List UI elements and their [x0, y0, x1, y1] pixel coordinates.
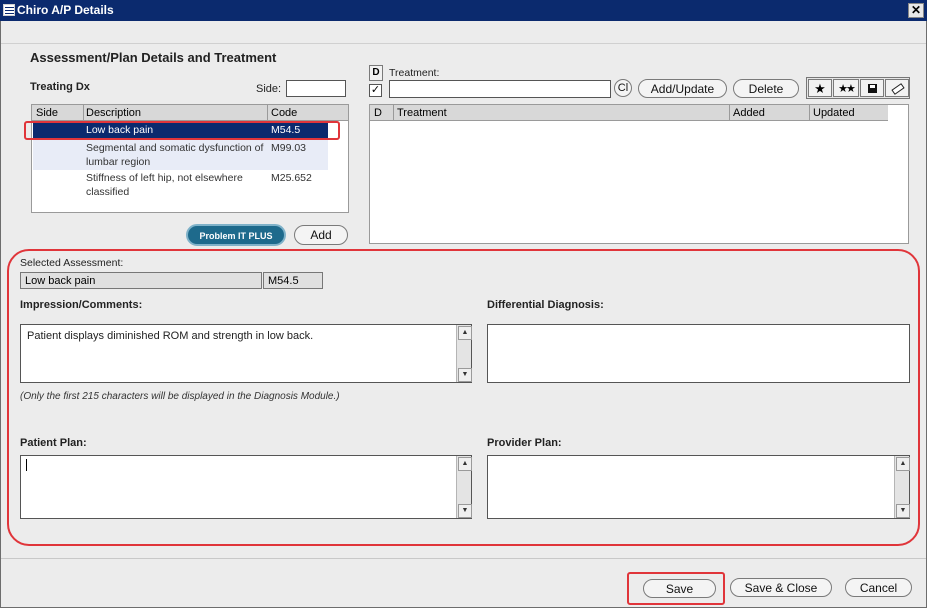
add-dx-button[interactable]: Add [294, 225, 348, 245]
scroll-up-icon[interactable]: ▲ [458, 326, 472, 340]
text-cursor [26, 459, 27, 471]
impression-text: Patient displays diminished ROM and stre… [27, 330, 314, 342]
double-star-icon[interactable]: ★★ [833, 79, 859, 97]
d-button[interactable]: D [369, 65, 383, 81]
divider [1, 43, 926, 44]
close-icon[interactable]: ✕ [908, 3, 924, 18]
treating-dx-label: Treating Dx [30, 81, 90, 93]
impression-label: Impression/Comments: [20, 299, 143, 311]
side-label: Side: [256, 83, 282, 95]
row-highlight-annotation [24, 121, 340, 140]
treatment-col-d[interactable]: D [374, 107, 382, 119]
selected-assessment-description: Low back pain [20, 272, 262, 289]
scroll-down-icon[interactable]: ▼ [458, 368, 472, 382]
selected-assessment-code: M54.5 [263, 272, 323, 289]
patient-plan-textarea[interactable]: ▲ ▼ [20, 455, 472, 519]
treatment-col-updated[interactable]: Updated [813, 107, 855, 119]
eraser-icon[interactable] [885, 79, 909, 97]
provider-plan-label: Provider Plan: [487, 437, 562, 449]
dx-col-side[interactable]: Side [36, 107, 58, 119]
problem-it-plus-button[interactable]: Problem IT PLUS [186, 224, 286, 246]
save-button[interactable]: Save [643, 579, 716, 598]
treatment-toolbar: ★ ★★ [806, 77, 910, 99]
dx-code: M99.03 [271, 142, 307, 154]
title-bar[interactable]: Chiro A/P Details ✕ [0, 0, 927, 21]
cancel-button[interactable]: Cancel [845, 578, 912, 597]
delete-button[interactable]: Delete [733, 79, 799, 98]
differential-label: Differential Diagnosis: [487, 299, 604, 311]
patient-plan-label: Patient Plan: [20, 437, 87, 449]
treatment-col-treatment[interactable]: Treatment [397, 107, 447, 119]
impression-note: (Only the first 215 characters will be d… [20, 391, 340, 402]
dx-code: M25.652 [271, 172, 312, 184]
treatment-table-header: D Treatment Added Updated [370, 105, 888, 121]
dx-description: Segmental and somatic dysfunction of lum… [86, 142, 264, 168]
save-close-button[interactable]: Save & Close [730, 578, 832, 597]
section-title: Assessment/Plan Details and Treatment [30, 50, 277, 65]
table-row[interactable]: Segmental and somatic dysfunction of lum… [33, 140, 328, 170]
scroll-down-icon[interactable]: ▼ [896, 504, 910, 518]
window-icon [3, 4, 15, 16]
side-input[interactable] [286, 80, 346, 97]
treatment-checkbox[interactable]: ✓ [369, 84, 382, 97]
save-icon[interactable] [860, 79, 884, 97]
provider-plan-textarea[interactable]: ▲ ▼ [487, 455, 910, 519]
patient-plan-scrollbar[interactable]: ▲ ▼ [456, 456, 472, 518]
treatment-table: D Treatment Added Updated [369, 104, 909, 244]
treatment-col-added[interactable]: Added [733, 107, 765, 119]
differential-textarea[interactable] [487, 324, 910, 383]
treatment-input[interactable] [389, 80, 611, 98]
selected-assessment-label: Selected Assessment: [20, 257, 124, 269]
impression-scrollbar[interactable]: ▲ ▼ [456, 325, 472, 382]
scroll-down-icon[interactable]: ▼ [458, 504, 472, 518]
footer-divider [1, 558, 926, 559]
dx-description: Stiffness of left hip, not elsewhere cla… [86, 172, 243, 198]
scroll-up-icon[interactable]: ▲ [458, 457, 472, 471]
dx-col-code[interactable]: Code [271, 107, 297, 119]
impression-textarea[interactable]: Patient displays diminished ROM and stre… [20, 324, 472, 383]
dx-table-header: Side Description Code [32, 105, 348, 121]
add-update-button[interactable]: Add/Update [638, 79, 727, 98]
window-title: Chiro A/P Details [17, 3, 114, 17]
clear-button[interactable]: Cl [614, 79, 632, 97]
provider-plan-scrollbar[interactable]: ▲ ▼ [894, 456, 910, 518]
treatment-label: Treatment: [389, 67, 440, 79]
table-row[interactable]: Stiffness of left hip, not elsewhere cla… [33, 170, 328, 200]
dx-col-description[interactable]: Description [86, 107, 141, 119]
scroll-up-icon[interactable]: ▲ [896, 457, 910, 471]
star-icon[interactable]: ★ [808, 79, 832, 97]
